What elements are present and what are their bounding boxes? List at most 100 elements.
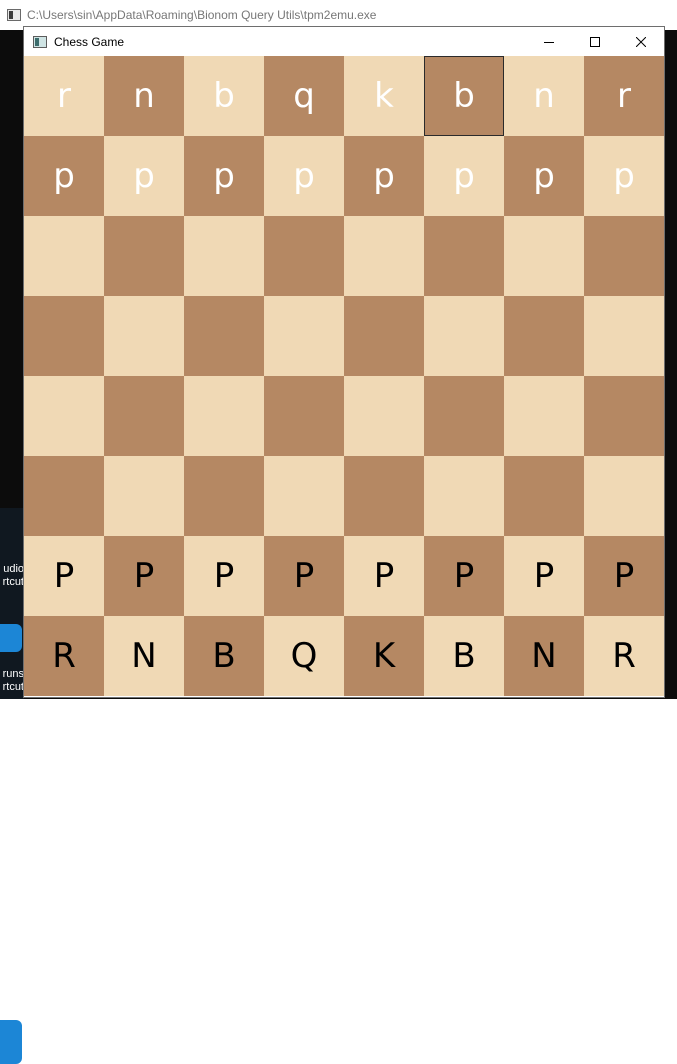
square-g1[interactable]: N xyxy=(504,616,584,696)
square-a3[interactable] xyxy=(24,456,104,536)
square-a7[interactable]: p xyxy=(24,136,104,216)
square-a6[interactable] xyxy=(24,216,104,296)
square-d7[interactable]: p xyxy=(264,136,344,216)
square-b4[interactable] xyxy=(104,376,184,456)
square-h3[interactable] xyxy=(584,456,664,536)
square-b5[interactable] xyxy=(104,296,184,376)
chess-piece[interactable]: k xyxy=(374,79,394,113)
square-f2[interactable]: P xyxy=(424,536,504,616)
square-c3[interactable] xyxy=(184,456,264,536)
chess-piece[interactable]: p xyxy=(373,159,395,193)
chess-piece[interactable]: p xyxy=(213,159,235,193)
square-d3[interactable] xyxy=(264,456,344,536)
square-d8[interactable]: q xyxy=(264,56,344,136)
chess-piece[interactable]: p xyxy=(133,159,155,193)
square-f3[interactable] xyxy=(424,456,504,536)
square-h4[interactable] xyxy=(584,376,664,456)
square-g5[interactable] xyxy=(504,296,584,376)
square-g6[interactable] xyxy=(504,216,584,296)
chess-piece[interactable]: P xyxy=(374,559,395,593)
square-b7[interactable]: p xyxy=(104,136,184,216)
square-f6[interactable] xyxy=(424,216,504,296)
square-e5[interactable] xyxy=(344,296,424,376)
chess-piece[interactable]: p xyxy=(613,159,635,193)
square-e3[interactable] xyxy=(344,456,424,536)
close-button[interactable] xyxy=(618,27,664,56)
square-d1[interactable]: Q xyxy=(264,616,344,696)
square-e6[interactable] xyxy=(344,216,424,296)
square-c8[interactable]: b xyxy=(184,56,264,136)
chess-piece[interactable]: R xyxy=(612,639,636,673)
square-f7[interactable]: p xyxy=(424,136,504,216)
square-a4[interactable] xyxy=(24,376,104,456)
chess-piece[interactable]: p xyxy=(293,159,315,193)
desktop-shortcut-1[interactable]: udio rtcut xyxy=(0,508,24,1064)
chess-piece[interactable]: r xyxy=(57,79,71,113)
square-b6[interactable] xyxy=(104,216,184,296)
chess-piece[interactable]: p xyxy=(533,159,555,193)
chess-piece[interactable]: N xyxy=(531,639,556,673)
chess-piece[interactable]: p xyxy=(453,159,475,193)
chess-piece[interactable]: B xyxy=(452,639,475,673)
square-g4[interactable] xyxy=(504,376,584,456)
square-a8[interactable]: r xyxy=(24,56,104,136)
square-d5[interactable] xyxy=(264,296,344,376)
square-c2[interactable]: P xyxy=(184,536,264,616)
chess-piece[interactable]: P xyxy=(534,559,555,593)
chess-piece[interactable]: n xyxy=(133,79,155,113)
chess-piece[interactable]: n xyxy=(533,79,555,113)
chess-piece[interactable]: q xyxy=(293,79,315,113)
chess-piece[interactable]: b xyxy=(453,79,475,113)
square-g3[interactable] xyxy=(504,456,584,536)
minimize-button[interactable] xyxy=(526,27,572,56)
square-c7[interactable]: p xyxy=(184,136,264,216)
square-b1[interactable]: N xyxy=(104,616,184,696)
square-c1[interactable]: B xyxy=(184,616,264,696)
square-f4[interactable] xyxy=(424,376,504,456)
square-f5[interactable] xyxy=(424,296,504,376)
square-h5[interactable] xyxy=(584,296,664,376)
square-b3[interactable] xyxy=(104,456,184,536)
square-e2[interactable]: P xyxy=(344,536,424,616)
square-g7[interactable]: p xyxy=(504,136,584,216)
square-h2[interactable]: P xyxy=(584,536,664,616)
chess-piece[interactable]: P xyxy=(294,559,315,593)
chess-piece[interactable]: R xyxy=(52,639,76,673)
square-e7[interactable]: p xyxy=(344,136,424,216)
square-d2[interactable]: P xyxy=(264,536,344,616)
square-e1[interactable]: K xyxy=(344,616,424,696)
chess-piece[interactable]: B xyxy=(212,639,235,673)
maximize-button[interactable] xyxy=(572,27,618,56)
square-f8[interactable]: b xyxy=(424,56,504,136)
square-a5[interactable] xyxy=(24,296,104,376)
square-b2[interactable]: P xyxy=(104,536,184,616)
square-c4[interactable] xyxy=(184,376,264,456)
square-g8[interactable]: n xyxy=(504,56,584,136)
square-e4[interactable] xyxy=(344,376,424,456)
square-d4[interactable] xyxy=(264,376,344,456)
square-h6[interactable] xyxy=(584,216,664,296)
chess-piece[interactable]: P xyxy=(614,559,635,593)
square-a1[interactable]: R xyxy=(24,616,104,696)
square-c5[interactable] xyxy=(184,296,264,376)
chess-piece[interactable]: P xyxy=(454,559,475,593)
window-titlebar[interactable]: Chess Game xyxy=(24,27,664,56)
chess-piece[interactable]: r xyxy=(617,79,631,113)
square-a2[interactable]: P xyxy=(24,536,104,616)
chess-piece[interactable]: Q xyxy=(291,639,318,673)
chess-piece[interactable]: P xyxy=(134,559,155,593)
chess-piece[interactable]: P xyxy=(54,559,75,593)
chess-piece[interactable]: p xyxy=(53,159,75,193)
square-h1[interactable]: R xyxy=(584,616,664,696)
square-h7[interactable]: p xyxy=(584,136,664,216)
square-c6[interactable] xyxy=(184,216,264,296)
square-d6[interactable] xyxy=(264,216,344,296)
chess-piece[interactable]: P xyxy=(214,559,235,593)
desktop-shortcut-2[interactable]: runs rtcut xyxy=(0,612,24,699)
square-h8[interactable]: r xyxy=(584,56,664,136)
chess-piece[interactable]: N xyxy=(131,639,156,673)
square-e8[interactable]: k xyxy=(344,56,424,136)
chess-piece[interactable]: K xyxy=(373,639,395,673)
chess-piece[interactable]: b xyxy=(213,79,235,113)
square-g2[interactable]: P xyxy=(504,536,584,616)
